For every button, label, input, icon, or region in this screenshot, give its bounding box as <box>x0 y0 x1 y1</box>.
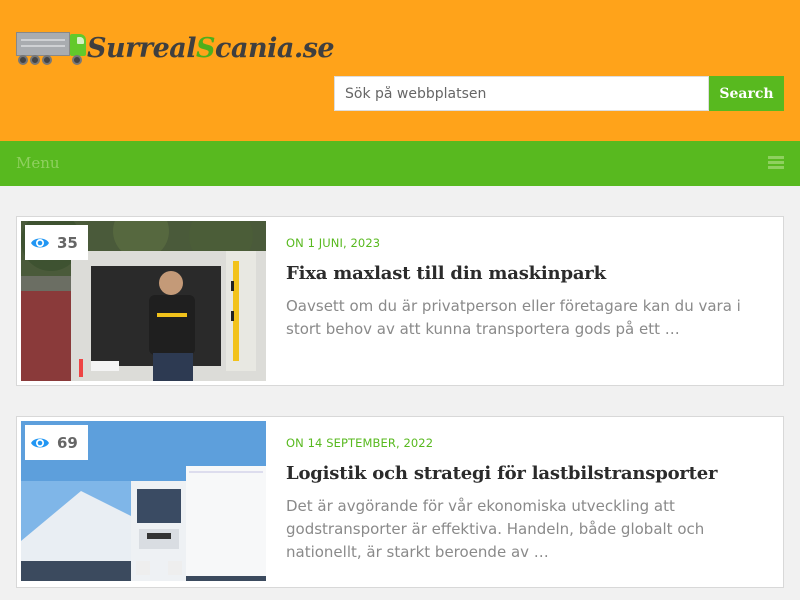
post-title[interactable]: Logistik och strategi för lastbilstransp… <box>286 463 718 484</box>
search-input[interactable] <box>334 76 709 111</box>
menu-toggle-label[interactable]: Menu <box>16 154 60 172</box>
post-excerpt: Oavsett om du är privatperson eller före… <box>286 297 741 338</box>
post-thumbnail[interactable]: 69 <box>21 421 266 581</box>
site-header: SurrealScania.se Search <box>0 0 800 141</box>
view-count: 69 <box>57 433 78 452</box>
post-card: 69 ON 14 SEPTEMBER, 2022 Logistik och st… <box>16 416 784 588</box>
post-title[interactable]: Fixa maxlast till din maskinpark <box>286 263 606 284</box>
logo-suffix: cania.se <box>215 32 335 64</box>
post-thumbnail[interactable]: 35 <box>21 221 266 381</box>
hamburger-icon[interactable] <box>768 156 784 170</box>
eye-icon <box>31 438 49 447</box>
view-count: 35 <box>57 233 78 252</box>
view-count-badge: 69 <box>25 425 88 460</box>
truck-icon <box>16 28 86 68</box>
search-button[interactable]: Search <box>709 76 784 111</box>
site-logo[interactable]: SurrealScania.se <box>16 28 335 68</box>
view-count-badge: 35 <box>25 225 88 260</box>
logo-prefix: Surreal <box>87 32 197 64</box>
post-date[interactable]: ON 1 JUNI, 2023 <box>286 236 380 250</box>
logo-s: S <box>196 32 216 64</box>
site-logo-text: SurrealScania.se <box>87 32 335 64</box>
main-navigation: Menu <box>0 141 800 186</box>
post-card: 35 ON 1 JUNI, 2023 Fixa maxlast till din… <box>16 216 784 386</box>
post-excerpt: Det är avgörande för vår ekonomiska utve… <box>286 497 705 561</box>
post-date[interactable]: ON 14 SEPTEMBER, 2022 <box>286 436 433 450</box>
eye-icon <box>31 238 49 247</box>
